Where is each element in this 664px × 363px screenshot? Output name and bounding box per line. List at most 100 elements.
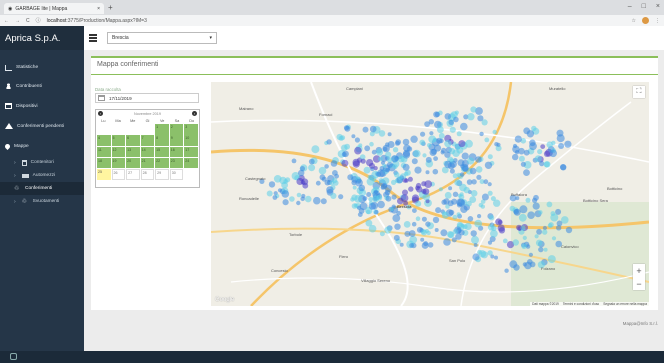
- heat-point: [266, 190, 273, 197]
- sidebar-item-contribuenti[interactable]: Contribuenti: [0, 76, 84, 96]
- day-cell[interactable]: 20: [126, 157, 140, 169]
- menu-dots-icon[interactable]: ⋮: [655, 18, 660, 24]
- heat-point: [400, 194, 409, 202]
- brand-title[interactable]: Aprica S.p.A.: [0, 26, 84, 50]
- google-logo: Google: [215, 297, 235, 303]
- heat-point: [282, 199, 289, 206]
- heat-point: [324, 164, 329, 169]
- day-cell[interactable]: 10: [184, 135, 198, 146]
- map-label: Folzano: [541, 266, 556, 271]
- sidebar-item-dispositivi[interactable]: Dispositivi: [0, 96, 84, 116]
- day-cell[interactable]: 18: [97, 157, 111, 169]
- next-month-button[interactable]: ›: [192, 111, 197, 116]
- heat-point: [421, 216, 427, 222]
- heat-point: [396, 210, 401, 216]
- heat-point: [542, 229, 548, 235]
- sidebar-subitem-automezzi[interactable]: › Automezzi: [0, 169, 84, 182]
- heat-point: [460, 122, 468, 131]
- day-cell[interactable]: 22: [155, 157, 169, 169]
- heat-point: [341, 159, 349, 167]
- tab-close-icon[interactable]: ×: [97, 6, 100, 12]
- back-icon[interactable]: ←: [4, 18, 9, 24]
- heat-point: [347, 174, 354, 181]
- day-cell[interactable]: 24: [184, 157, 198, 169]
- map-label: Flero: [339, 254, 349, 259]
- sidebar-subitem-contenitori[interactable]: › Contenitori: [0, 156, 84, 169]
- heat-point: [532, 202, 540, 210]
- day-cell[interactable]: 9: [169, 135, 184, 146]
- terms-link[interactable]: Termini e condizioni d'uso: [563, 302, 599, 306]
- heat-point: [444, 139, 452, 148]
- bookmark-star-icon[interactable]: ☆: [632, 18, 636, 24]
- day-cell[interactable]: 27: [126, 169, 140, 180]
- day-cell[interactable]: 5: [111, 135, 126, 146]
- sidebar-subitem-conferimenti[interactable]: ♲ Conferimenti: [0, 182, 84, 195]
- heat-point: [399, 242, 404, 247]
- day-cell[interactable]: 19: [111, 157, 126, 169]
- zoom-in-button[interactable]: +: [636, 266, 641, 276]
- heat-point: [369, 125, 377, 133]
- day-cell[interactable]: 23: [169, 157, 184, 169]
- heat-point: [394, 156, 400, 161]
- forward-icon[interactable]: →: [15, 18, 20, 24]
- heat-point: [410, 135, 418, 143]
- date-input[interactable]: 17/11/2019: [95, 93, 199, 103]
- city-select[interactable]: Brescia ▾: [107, 32, 217, 44]
- day-cell[interactable]: 8: [155, 135, 169, 146]
- heat-point: [415, 216, 421, 221]
- minimize-icon[interactable]: –: [628, 3, 632, 10]
- zoom-out-button[interactable]: −: [636, 279, 641, 289]
- sidebar-item-conferimenti-pendenti[interactable]: Conferimenti pendenti: [0, 116, 84, 136]
- maximize-icon[interactable]: □: [642, 3, 646, 10]
- day-cell[interactable]: 17: [184, 146, 198, 158]
- sidebar-item-statistiche[interactable]: Statistiche: [0, 59, 84, 76]
- day-cell[interactable]: 14: [140, 146, 155, 158]
- day-cell[interactable]: 30: [169, 169, 184, 180]
- report-error-link[interactable]: Segnala un errore nella mappa: [603, 302, 647, 306]
- day-cell[interactable]: 25: [97, 169, 111, 180]
- prev-month-button[interactable]: ‹: [98, 111, 103, 116]
- day-cell[interactable]: 12: [111, 146, 126, 158]
- day-cell[interactable]: 21: [140, 157, 155, 169]
- day-cell[interactable]: 13: [126, 146, 140, 158]
- heat-point: [268, 181, 276, 188]
- day-cell[interactable]: 15: [155, 146, 169, 158]
- day-blank: [126, 124, 140, 135]
- hamburger-menu-icon[interactable]: [89, 34, 97, 42]
- day-cell[interactable]: 29: [155, 169, 169, 180]
- day-cell[interactable]: 6: [126, 135, 140, 146]
- account-avatar-icon[interactable]: [642, 17, 649, 24]
- new-tab-button[interactable]: +: [108, 3, 113, 12]
- heat-point: [324, 179, 331, 186]
- url-field[interactable]: localhost:3775/Production/Mappa.aspx?IM=…: [47, 18, 626, 24]
- day-cell[interactable]: 11: [97, 146, 111, 158]
- heat-point: [331, 177, 338, 184]
- heat-point: [444, 113, 452, 120]
- browser-tab[interactable]: ◉ GARBAGE lite | Mappa ×: [4, 3, 104, 14]
- heat-point: [412, 208, 417, 213]
- sidebar-item-mappe[interactable]: Mappe: [0, 136, 84, 156]
- day-cell[interactable]: 7: [140, 135, 155, 146]
- heat-point: [525, 197, 531, 203]
- heat-point: [386, 157, 393, 163]
- heat-point: [407, 176, 413, 182]
- fullscreen-button[interactable]: ⛶: [633, 86, 645, 98]
- day-cell[interactable]: 2: [169, 124, 184, 135]
- heat-point: [494, 255, 498, 260]
- heat-point: [528, 252, 533, 257]
- heat-point: [521, 243, 527, 249]
- day-cell[interactable]: 16: [169, 146, 184, 158]
- day-cell[interactable]: 4: [97, 135, 111, 146]
- heat-point: [435, 207, 442, 214]
- day-cell[interactable]: 26: [111, 169, 126, 180]
- sidebar-subitem-svuotamenti[interactable]: › ♲ Svuotamenti: [0, 195, 84, 208]
- heat-point: [463, 186, 470, 194]
- day-cell[interactable]: 3: [184, 124, 198, 135]
- taskbar-app-icon[interactable]: [10, 353, 17, 360]
- map-view[interactable]: Campiani Muratello Mairano Fornaci Buffa…: [211, 82, 649, 306]
- reload-icon[interactable]: C: [26, 18, 30, 24]
- heat-point: [382, 163, 387, 168]
- close-window-icon[interactable]: ×: [656, 3, 660, 10]
- day-cell[interactable]: 28: [140, 169, 155, 180]
- day-cell[interactable]: 1: [155, 124, 169, 135]
